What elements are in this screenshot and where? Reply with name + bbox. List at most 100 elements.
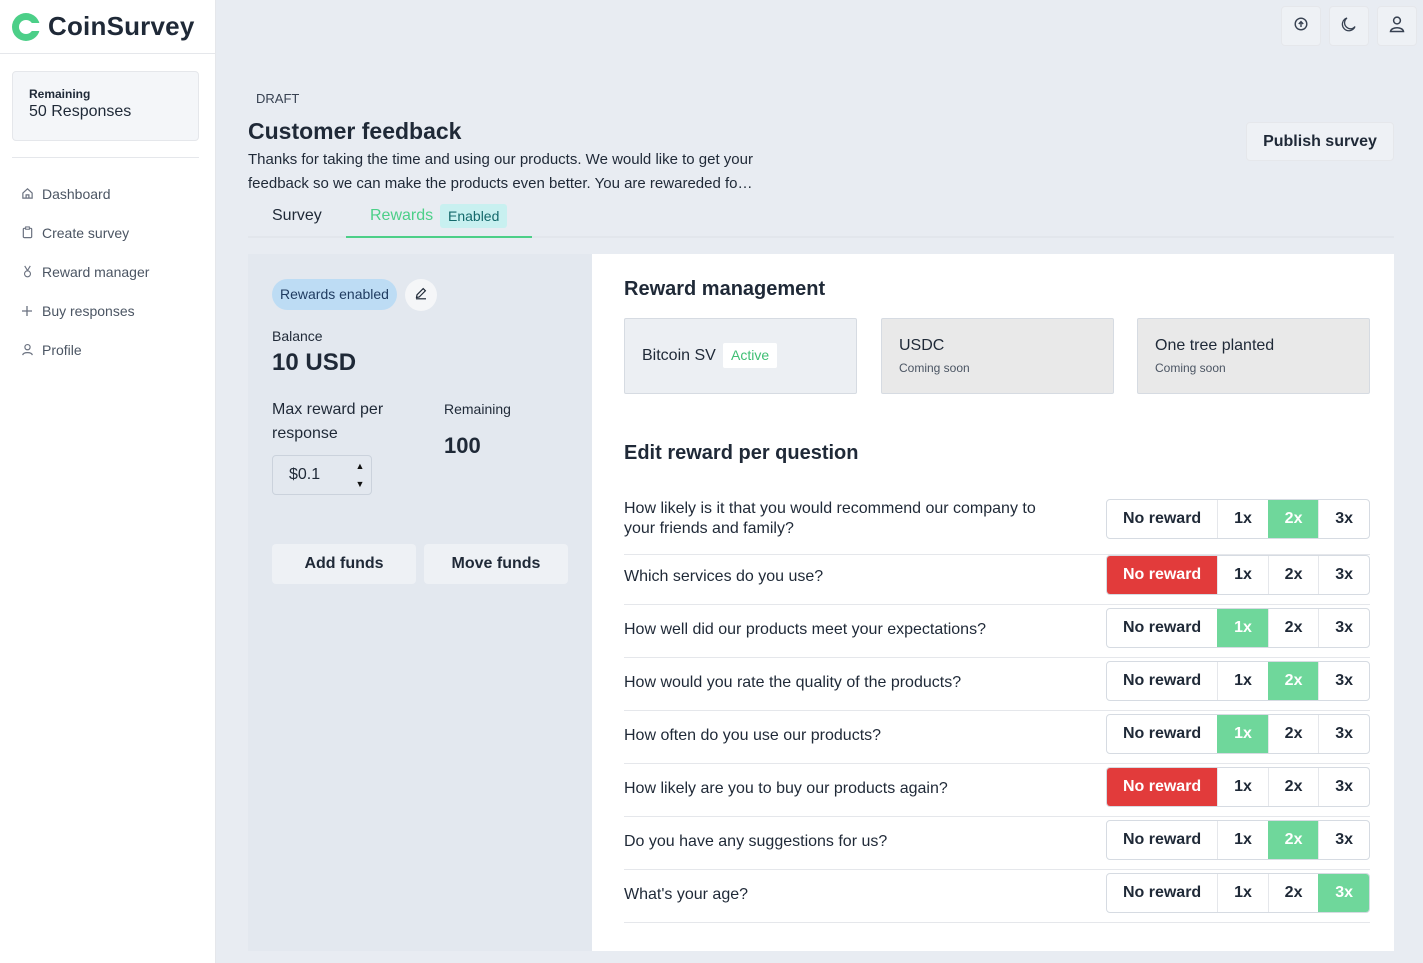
reward-option-name: USDC [899, 337, 945, 354]
reward-option-2x-button[interactable]: 2x [1267, 715, 1319, 753]
upload-button[interactable] [1281, 6, 1321, 46]
reward-option-no-reward-button[interactable]: No reward [1107, 500, 1217, 538]
reward-option-3x-button[interactable]: 3x [1318, 662, 1369, 700]
question-text: How well did our products meet your expe… [624, 621, 986, 638]
reward-option-no-reward-button[interactable]: No reward [1107, 874, 1217, 912]
reward-multiplier-selector: No reward 1x 2x 3x [1106, 608, 1370, 648]
remaining-count-value: 100 [444, 433, 481, 458]
reward-option-3x-button[interactable]: 3x [1318, 609, 1369, 647]
reward-option-3x-button[interactable]: 3x [1318, 821, 1369, 859]
question-text: How often do you use our products? [624, 727, 882, 744]
reward-option-no-reward-button[interactable]: No reward [1107, 609, 1217, 647]
question-text: How likely is it that you would recommen… [624, 500, 1036, 537]
question-row: Which services do you use? No reward 1x 2x 3… [624, 552, 1370, 605]
reward-option-2x-button[interactable]: 2x [1267, 821, 1319, 859]
user-icon [1388, 15, 1406, 38]
add-funds-button[interactable]: Add funds [272, 544, 416, 584]
edit-rewards-button[interactable] [405, 279, 437, 311]
survey-status: DRAFT [256, 91, 300, 106]
reward-option-bitcoin-sv[interactable]: Bitcoin SV Active [624, 318, 857, 394]
question-text: Do you have any suggestions for us? [624, 833, 888, 850]
home-icon [20, 187, 34, 201]
sidebar-nav: Dashboard Create survey Reward manager B… [0, 174, 215, 369]
question-text: How likely are you to buy our products a… [624, 780, 948, 797]
reward-option-one-tree-planted: One tree planted Coming soon [1137, 318, 1370, 394]
remaining-count-label: Remaining [444, 401, 511, 417]
account-button[interactable] [1377, 6, 1417, 46]
reward-option-1x-button[interactable]: 1x [1217, 609, 1268, 647]
publish-survey-button[interactable]: Publish survey [1246, 122, 1394, 161]
sidebar-item-label: Reward manager [42, 263, 150, 280]
stepper-down-icon[interactable]: ▼ [356, 478, 365, 490]
move-funds-button[interactable]: Move funds [424, 544, 568, 584]
balance-label: Balance [272, 328, 323, 344]
balance-value: 10 USD [272, 349, 357, 376]
reward-option-2x-button[interactable]: 2x [1267, 874, 1319, 912]
reward-option-3x-button[interactable]: 3x [1318, 768, 1369, 806]
sidebar-item-create-survey[interactable]: Create survey [0, 213, 215, 252]
reward-option-1x-button[interactable]: 1x [1217, 500, 1268, 538]
tab-rewards[interactable]: Rewards Enabled [346, 200, 532, 238]
rewards-enabled-badge: Enabled [440, 204, 508, 228]
reward-option-1x-button[interactable]: 1x [1217, 662, 1268, 700]
question-text: Which services do you use? [624, 568, 824, 585]
reward-option-1x-button[interactable]: 1x [1217, 556, 1268, 594]
reward-option-1x-button[interactable]: 1x [1217, 715, 1268, 753]
question-row: How would you rate the quality of the pr… [624, 658, 1370, 711]
brand[interactable]: CoinSurvey [0, 0, 215, 54]
sidebar-item-label: Dashboard [42, 185, 111, 202]
reward-option-3x-button[interactable]: 3x [1318, 715, 1369, 753]
clipboard-icon [20, 226, 34, 240]
active-badge: Active [723, 343, 778, 368]
coinsurvey-logo-icon [12, 12, 40, 41]
max-reward-value: $0.1 [289, 466, 321, 483]
sidebar-item-label: Create survey [42, 224, 130, 241]
reward-option-1x-button[interactable]: 1x [1217, 821, 1268, 859]
max-reward-input[interactable]: $0.1 ▲ ▼ [272, 455, 372, 495]
question-row: Do you have any suggestions for us? No re… [624, 817, 1370, 870]
coming-soon-label: Coming soon [1155, 361, 1226, 375]
topbar [216, 0, 1423, 54]
reward-option-3x-button[interactable]: 3x [1318, 556, 1369, 594]
edit-reward-per-question-title: Edit reward per question [624, 442, 859, 464]
sidebar-item-reward-manager[interactable]: Reward manager [0, 252, 215, 291]
remaining-responses-card: Remaining 50 Responses [12, 71, 199, 141]
reward-management-title: Reward management [624, 278, 826, 300]
reward-option-3x-button[interactable]: 3x [1318, 874, 1369, 912]
reward-option-no-reward-button[interactable]: No reward [1107, 715, 1217, 753]
reward-option-no-reward-button[interactable]: No reward [1107, 768, 1218, 806]
sidebar: CoinSurvey Remaining 50 Responses Dashbo… [0, 0, 216, 963]
reward-option-no-reward-button[interactable]: No reward [1107, 556, 1218, 594]
reward-option-3x-button[interactable]: 3x [1318, 500, 1369, 538]
theme-toggle-button[interactable] [1329, 6, 1369, 46]
question-text: What's your age? [624, 886, 749, 903]
reward-option-no-reward-button[interactable]: No reward [1107, 662, 1217, 700]
reward-option-1x-button[interactable]: 1x [1217, 768, 1268, 806]
reward-multiplier-selector: No reward 1x 2x 3x [1106, 767, 1370, 807]
reward-option-1x-button[interactable]: 1x [1217, 874, 1268, 912]
reward-option-2x-button[interactable]: 2x [1267, 662, 1319, 700]
tab-bar: Survey Rewards Enabled [248, 200, 1394, 238]
sidebar-item-profile[interactable]: Profile [0, 330, 215, 369]
reward-option-usdc: USDC Coming soon [881, 318, 1114, 394]
sidebar-item-dashboard[interactable]: Dashboard [0, 174, 215, 213]
brand-name: CoinSurvey [48, 11, 195, 41]
sidebar-divider [12, 157, 199, 158]
reward-multiplier-selector: No reward 1x 2x 3x [1106, 661, 1370, 701]
coming-soon-label: Coming soon [899, 361, 970, 375]
reward-option-2x-button[interactable]: 2x [1267, 500, 1319, 538]
user-icon [20, 343, 34, 357]
question-text: How would you rate the quality of the pr… [624, 674, 962, 691]
reward-option-2x-button[interactable]: 2x [1267, 609, 1319, 647]
reward-option-no-reward-button[interactable]: No reward [1107, 821, 1217, 859]
reward-option-2x-button[interactable]: 2x [1267, 768, 1319, 806]
stepper-up-icon[interactable]: ▲ [356, 460, 365, 472]
pencil-icon [414, 286, 428, 305]
reward-management-panel: Reward management Bitcoin SV Active USDC… [592, 254, 1394, 951]
tab-survey[interactable]: Survey [272, 207, 322, 225]
reward-multiplier-selector: No reward 1x 2x 3x [1106, 499, 1370, 539]
plus-icon [20, 304, 34, 318]
sidebar-item-buy-responses[interactable]: Buy responses [0, 291, 215, 330]
number-stepper[interactable]: ▲ ▼ [353, 460, 367, 490]
reward-option-2x-button[interactable]: 2x [1267, 556, 1319, 594]
